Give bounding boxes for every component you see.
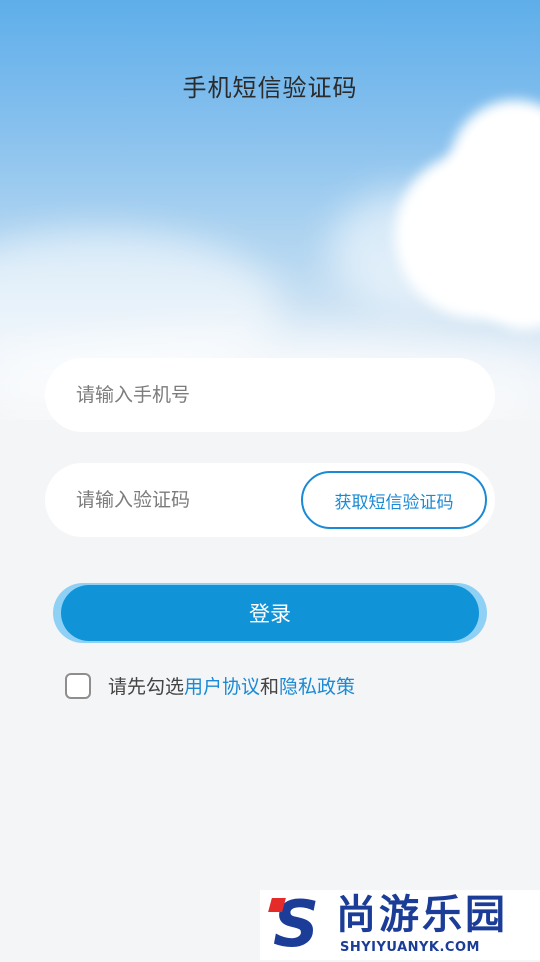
code-field: 获取短信验证码: [45, 463, 495, 537]
watermark-brand-en: SHYIYUANYK.COM: [340, 940, 480, 955]
agreement-text: 请先勾选用户协议和隐私政策: [108, 672, 355, 699]
code-input[interactable]: [76, 480, 296, 520]
sky-background: [0, 0, 540, 420]
login-button[interactable]: 登录: [61, 585, 479, 641]
privacy-policy-link[interactable]: 隐私政策: [279, 676, 355, 698]
phone-input[interactable]: [76, 375, 296, 415]
login-button-glow: 登录: [53, 583, 487, 643]
get-code-button[interactable]: 获取短信验证码: [301, 471, 487, 529]
page-title: 手机短信验证码: [182, 74, 358, 102]
phone-field: [45, 358, 495, 432]
watermark-brand-cn: 尚游乐园: [336, 892, 508, 938]
watermark: S 尚游乐园 SHYIYUANYK.COM: [260, 890, 540, 960]
agreement-checkbox[interactable]: [65, 672, 91, 699]
agreement-conjunction: 和: [260, 676, 280, 698]
user-agreement-link[interactable]: 用户协议: [184, 676, 260, 698]
agreement-row: 请先勾选用户协议和隐私政策: [65, 672, 355, 699]
agreement-prefix: 请先勾选: [108, 676, 185, 698]
